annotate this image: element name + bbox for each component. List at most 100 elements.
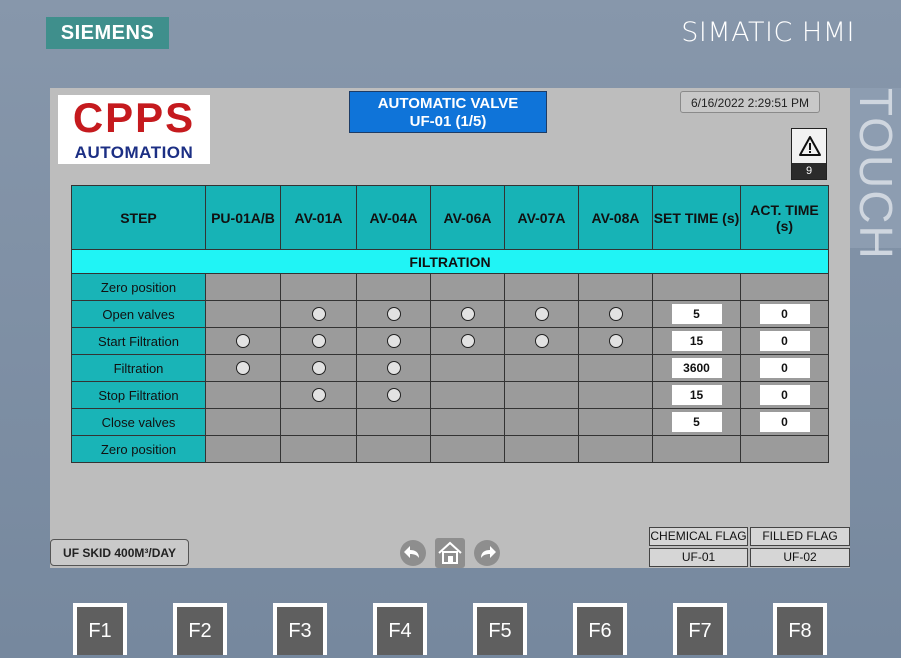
valve-cell bbox=[430, 354, 505, 382]
step-label: Zero position bbox=[71, 273, 206, 301]
valve-indicator-icon bbox=[608, 333, 623, 348]
header-valve: AV-04A bbox=[356, 185, 431, 250]
page-title-line2: UF-01 (1/5) bbox=[409, 113, 487, 130]
valve-cell bbox=[430, 381, 505, 409]
f2-key[interactable]: F2 bbox=[173, 603, 227, 655]
step-label: Open valves bbox=[71, 300, 206, 328]
back-button[interactable] bbox=[400, 540, 426, 566]
f8-key[interactable]: F8 bbox=[773, 603, 827, 655]
f5-key-label: F5 bbox=[477, 607, 523, 655]
valve-indicator-icon bbox=[311, 333, 326, 348]
valve-indicator-icon bbox=[311, 306, 326, 321]
act-time-cell: 0 bbox=[740, 354, 829, 382]
f4-key[interactable]: F4 bbox=[373, 603, 427, 655]
header-act-time: ACT. TIME (s) bbox=[740, 185, 829, 250]
act-time-field: 0 bbox=[759, 385, 810, 405]
set-time-field[interactable]: 5 bbox=[671, 304, 722, 324]
valve-cell bbox=[578, 381, 653, 409]
header-valve: PU-01A/B bbox=[205, 185, 281, 250]
valve-indicator-icon bbox=[386, 333, 401, 348]
valve-cell bbox=[504, 381, 579, 409]
f7-key-label: F7 bbox=[677, 607, 723, 655]
valve-cell bbox=[356, 408, 431, 436]
valve-cell bbox=[205, 327, 281, 355]
valve-cell bbox=[356, 273, 431, 301]
set-time-cell: 3600 bbox=[652, 354, 741, 382]
valve-cell bbox=[430, 435, 505, 463]
act-time-cell: 0 bbox=[740, 408, 829, 436]
valve-cell bbox=[205, 435, 281, 463]
set-time-cell: 15 bbox=[652, 381, 741, 409]
f2-key-label: F2 bbox=[177, 607, 223, 655]
header-valve: AV-07A bbox=[504, 185, 579, 250]
valve-indicator-icon bbox=[386, 387, 401, 402]
page-title-line1: AUTOMATIC VALVE bbox=[377, 95, 519, 112]
alarm-count: 9 bbox=[792, 163, 826, 179]
filled-flag-label: FILLED FLAG bbox=[750, 527, 850, 546]
act-time-cell: 0 bbox=[740, 300, 829, 328]
set-time-field[interactable]: 15 bbox=[671, 385, 722, 405]
set-time-cell: 15 bbox=[652, 327, 741, 355]
alarm-indicator-button[interactable]: 9 bbox=[791, 128, 827, 180]
chemical-flag-label: CHEMICAL FLAG bbox=[649, 527, 748, 546]
valve-cell bbox=[504, 408, 579, 436]
set-time-cell: 5 bbox=[652, 408, 741, 436]
logo-text-bottom: AUTOMATION bbox=[74, 143, 194, 162]
table-row: Stop Filtration 15 0 bbox=[71, 381, 829, 409]
f1-key-label: F1 bbox=[77, 607, 123, 655]
act-time-cell bbox=[740, 273, 829, 301]
set-time-field[interactable]: 5 bbox=[671, 412, 722, 432]
valve-cell bbox=[205, 381, 281, 409]
act-time-cell bbox=[740, 435, 829, 463]
valve-indicator-icon bbox=[236, 360, 250, 375]
step-label: Filtration bbox=[71, 354, 206, 382]
logo-text-top: CPPS bbox=[72, 94, 196, 141]
valve-cell bbox=[504, 300, 579, 328]
valve-cell bbox=[578, 408, 653, 436]
header-valve: AV-06A bbox=[430, 185, 505, 250]
f5-key[interactable]: F5 bbox=[473, 603, 527, 655]
act-time-cell: 0 bbox=[740, 327, 829, 355]
siemens-logo: SIEMENS bbox=[46, 17, 169, 49]
valve-indicator-icon bbox=[311, 387, 326, 402]
f6-key[interactable]: F6 bbox=[573, 603, 627, 655]
header-set-time: SET TIME (s) bbox=[652, 185, 741, 250]
valve-indicator-icon bbox=[534, 306, 549, 321]
header-valve: AV-01A bbox=[280, 185, 357, 250]
valve-step-table: STEP PU-01A/B AV-01A AV-04A AV-06A AV-07… bbox=[71, 185, 829, 463]
valve-cell bbox=[430, 273, 505, 301]
act-time-field: 0 bbox=[759, 304, 810, 324]
table-header-row: STEP PU-01A/B AV-01A AV-04A AV-06A AV-07… bbox=[71, 185, 829, 250]
f7-key[interactable]: F7 bbox=[673, 603, 727, 655]
valve-cell bbox=[280, 273, 357, 301]
valve-cell bbox=[430, 300, 505, 328]
section-row: FILTRATION bbox=[71, 249, 829, 274]
f1-key[interactable]: F1 bbox=[73, 603, 127, 655]
f8-key-label: F8 bbox=[777, 607, 823, 655]
home-button[interactable] bbox=[435, 538, 465, 568]
valve-cell bbox=[578, 300, 653, 328]
set-time-field[interactable]: 3600 bbox=[671, 358, 722, 378]
valve-cell bbox=[578, 354, 653, 382]
step-label: Close valves bbox=[71, 408, 206, 436]
valve-cell bbox=[504, 327, 579, 355]
set-time-cell bbox=[652, 273, 741, 301]
f3-key-label: F3 bbox=[277, 607, 323, 655]
valve-cell bbox=[356, 354, 431, 382]
f3-key[interactable]: F3 bbox=[273, 603, 327, 655]
step-label: Zero position bbox=[71, 435, 206, 463]
header-step: STEP bbox=[71, 185, 206, 250]
skid-label-button[interactable]: UF SKID 400M³/DAY bbox=[50, 539, 189, 566]
page-title: AUTOMATIC VALVE UF-01 (1/5) bbox=[349, 91, 547, 133]
valve-cell bbox=[578, 273, 653, 301]
section-title: FILTRATION bbox=[71, 249, 829, 274]
valve-cell bbox=[280, 300, 357, 328]
table-row: Open valves 5 0 bbox=[71, 300, 829, 328]
forward-button[interactable] bbox=[474, 540, 500, 566]
table-row: Zero position bbox=[71, 273, 829, 301]
set-time-field[interactable]: 15 bbox=[671, 331, 722, 351]
valve-indicator-icon bbox=[236, 333, 250, 348]
valve-cell bbox=[430, 327, 505, 355]
act-time-field: 0 bbox=[759, 331, 810, 351]
valve-cell bbox=[205, 273, 281, 301]
